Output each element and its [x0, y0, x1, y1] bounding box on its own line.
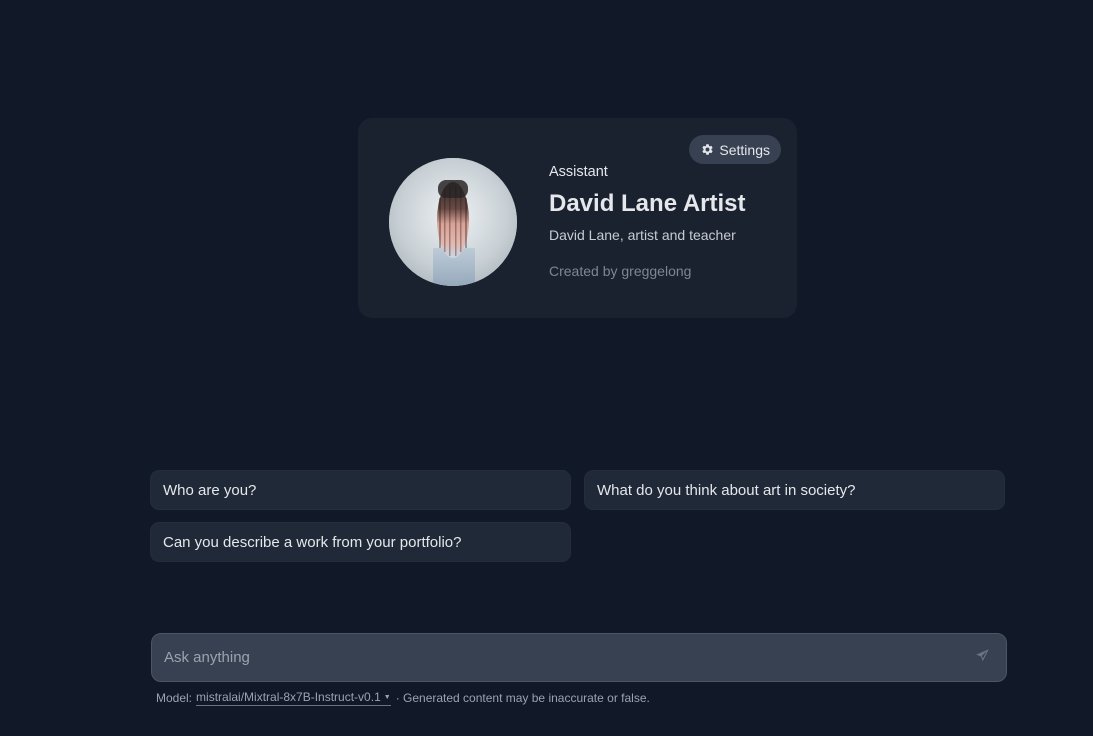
assistant-description: David Lane, artist and teacher	[549, 227, 736, 243]
send-icon	[975, 648, 990, 668]
settings-button[interactable]: Settings	[689, 135, 781, 164]
settings-label: Settings	[719, 141, 770, 158]
gear-icon	[701, 143, 714, 156]
chat-page: Settings Assistant David Lane Artist Dav…	[0, 0, 1093, 736]
assistant-card: Settings Assistant David Lane Artist Dav…	[358, 118, 797, 318]
caret-down-icon: ▼	[383, 693, 391, 701]
footer: Model: mistralai/Mixtral-8x7B-Instruct-v…	[156, 690, 650, 706]
portrait-avatar-icon	[389, 158, 517, 286]
example-prompt-button[interactable]: Who are you?	[150, 470, 571, 510]
model-name: mistralai/Mixtral-8x7B-Instruct-v0.1	[196, 690, 381, 704]
assistant-kind-label: Assistant	[549, 164, 608, 180]
chat-input-container	[151, 633, 1007, 682]
assistant-creator: Created by greggelong	[549, 263, 692, 279]
model-selector-link[interactable]: mistralai/Mixtral-8x7B-Instruct-v0.1 ▼	[196, 690, 391, 706]
example-prompt-button[interactable]: What do you think about art in society?	[584, 470, 1005, 510]
model-prefix: Model:	[156, 691, 193, 705]
assistant-info: Assistant David Lane Artist David Lane, …	[549, 163, 746, 280]
chat-input[interactable]	[164, 634, 944, 681]
send-button[interactable]	[972, 648, 992, 668]
avatar	[389, 158, 517, 286]
example-prompt-button[interactable]: Can you describe a work from your portfo…	[150, 522, 571, 562]
assistant-name: David Lane Artist	[549, 190, 746, 217]
disclaimer-text: · Generated content may be inaccurate or…	[395, 691, 650, 705]
